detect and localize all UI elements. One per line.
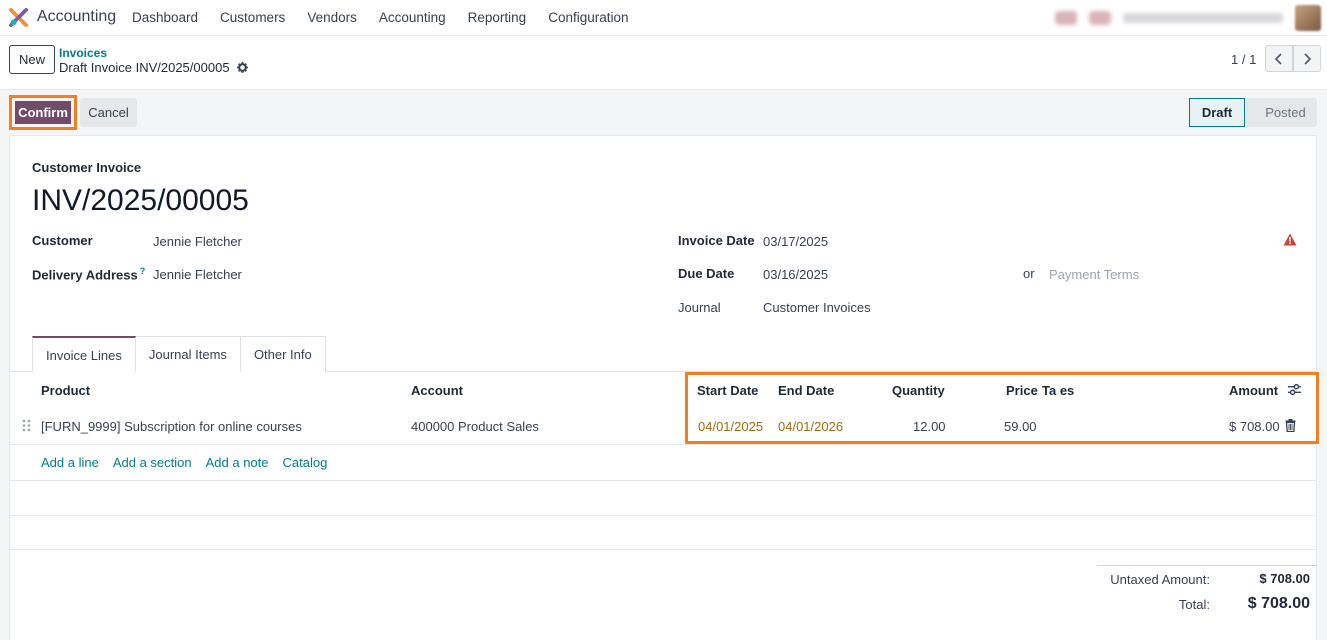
top-navbar: Accounting Dashboard Customers Vendors A… <box>0 0 1327 36</box>
pager-previous-button[interactable] <box>1265 45 1293 72</box>
chevron-right-icon <box>1304 52 1312 65</box>
company-switcher[interactable] <box>1123 13 1283 23</box>
empty-row-divider <box>10 480 1316 481</box>
due-date-label: Due Date <box>678 266 735 281</box>
cancel-button[interactable]: Cancel <box>80 98 137 127</box>
invoice-date-label: Invoice Date <box>678 233 755 248</box>
user-avatar[interactable] <box>1295 5 1321 31</box>
catalog-link[interactable]: Catalog <box>283 455 328 470</box>
totals-divider <box>1097 565 1317 566</box>
dates-columns-highlight <box>685 372 1319 444</box>
customer-field[interactable]: Jennie Fletcher <box>153 234 242 249</box>
untaxed-amount-value: $ 708.00 <box>1259 571 1310 586</box>
payment-terms-field[interactable]: Payment Terms <box>1049 267 1139 282</box>
messages-icon[interactable] <box>1055 11 1077 25</box>
breadcrumb-invoices[interactable]: Invoices <box>59 46 107 60</box>
move-type-label: Customer Invoice <box>32 160 142 175</box>
drag-handle-icon[interactable] <box>22 419 31 432</box>
pager-value[interactable]: 1 / 1 <box>1231 52 1256 67</box>
invoice-date-field[interactable]: 03/17/2025 <box>763 234 828 249</box>
empty-row-divider <box>10 549 1316 550</box>
menu-accounting[interactable]: Accounting <box>379 10 446 25</box>
warning-icon[interactable] <box>1283 233 1297 246</box>
add-note-link[interactable]: Add a note <box>206 455 269 470</box>
delivery-address-label-text: Delivery Address <box>32 267 138 283</box>
invoice-number: INV/2025/00005 <box>32 184 249 217</box>
breadcrumb-current: Draft Invoice INV/2025/00005 <box>59 60 249 75</box>
tab-journal-items[interactable]: Journal Items <box>134 336 241 372</box>
menu-reporting[interactable]: Reporting <box>468 10 527 25</box>
add-line-link[interactable]: Add a line <box>41 455 99 470</box>
main-menu: Dashboard Customers Vendors Accounting R… <box>132 10 651 25</box>
menu-configuration[interactable]: Configuration <box>548 10 628 25</box>
add-line-actions: Add a line Add a section Add a note Cata… <box>41 455 327 470</box>
line-product[interactable]: [FURN_9999] Subscription for online cour… <box>41 419 302 434</box>
navbar-systray <box>1055 5 1321 31</box>
delivery-address-label: Delivery Address? <box>32 266 145 282</box>
or-label: or <box>1023 266 1035 281</box>
customer-label: Customer <box>32 233 93 248</box>
status-draft[interactable]: Draft <box>1189 98 1245 127</box>
total-value: $ 708.00 <box>1247 595 1310 612</box>
breadcrumb-current-label: Draft Invoice INV/2025/00005 <box>59 60 230 75</box>
total-label: Total: <box>1178 597 1210 612</box>
menu-dashboard[interactable]: Dashboard <box>132 10 198 25</box>
tab-invoice-lines[interactable]: Invoice Lines <box>32 336 136 373</box>
confirm-highlight: Confirm <box>9 95 77 130</box>
tab-other-info[interactable]: Other Info <box>239 336 326 372</box>
empty-row-divider <box>10 515 1316 516</box>
gear-icon[interactable] <box>236 61 249 74</box>
untaxed-amount-label: Untaxed Amount: <box>1110 572 1210 587</box>
control-panel: New Invoices Draft Invoice INV/2025/0000… <box>0 36 1327 90</box>
activity-icon[interactable] <box>1089 11 1111 25</box>
journal-label: Journal <box>678 300 721 315</box>
delivery-address-field[interactable]: Jennie Fletcher <box>153 267 242 282</box>
menu-customers[interactable]: Customers <box>220 10 285 25</box>
col-product[interactable]: Product <box>41 383 90 398</box>
new-button[interactable]: New <box>9 45 55 74</box>
due-date-field[interactable]: 03/16/2025 <box>763 267 828 282</box>
line-account[interactable]: 400000 Product Sales <box>411 419 539 434</box>
status-bar: Draft Posted <box>1189 98 1317 127</box>
menu-vendors[interactable]: Vendors <box>307 10 357 25</box>
accounting-app-icon[interactable] <box>9 8 28 27</box>
add-section-link[interactable]: Add a section <box>113 455 192 470</box>
chevron-left-icon <box>1274 52 1282 65</box>
notebook-tabs: Invoice Lines Journal Items Other Info <box>32 336 326 373</box>
col-account[interactable]: Account <box>411 383 463 398</box>
invoice-form-sheet: Customer Invoice INV/2025/00005 Customer… <box>9 135 1319 640</box>
journal-field[interactable]: Customer Invoices <box>763 300 871 315</box>
help-tooltip-icon[interactable]: ? <box>140 266 146 276</box>
confirm-button[interactable]: Confirm <box>15 101 71 124</box>
status-posted[interactable]: Posted <box>1244 98 1317 127</box>
pager-next-button[interactable] <box>1293 45 1321 72</box>
app-name[interactable]: Accounting <box>37 8 116 26</box>
